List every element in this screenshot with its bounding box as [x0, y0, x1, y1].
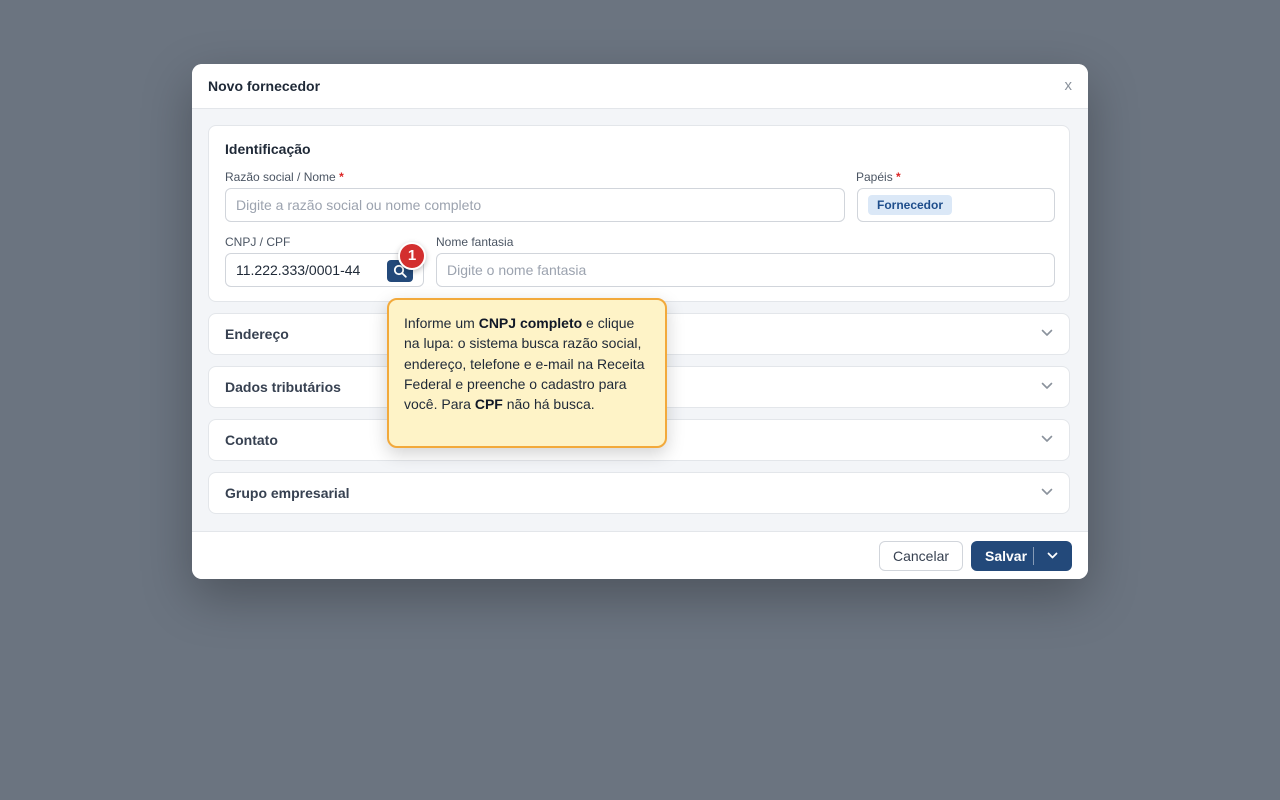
identification-title: Identificação	[225, 141, 311, 157]
identification-section: Identificação Razão social / Nome * Papé…	[208, 125, 1070, 302]
company-name-label-text: Razão social / Nome	[225, 170, 336, 184]
save-options-button[interactable]	[1033, 541, 1072, 571]
close-button[interactable]: x	[1065, 77, 1073, 94]
cnpj-cpf-label: CNPJ / CPF	[225, 235, 291, 249]
chevron-down-icon	[1041, 435, 1053, 442]
section-business-group-title: Grupo empresarial	[225, 485, 350, 501]
dialog-header: Novo fornecedor x	[192, 64, 1088, 109]
cancel-button[interactable]: Cancelar	[879, 541, 963, 571]
section-business-group[interactable]: Grupo empresarial	[208, 472, 1070, 514]
company-name-label: Razão social / Nome *	[225, 170, 344, 184]
trade-name-label: Nome fantasia	[436, 235, 514, 249]
dialog-title: Novo fornecedor	[208, 78, 321, 94]
chevron-down-icon	[1041, 488, 1053, 495]
tooltip-bold-cnpj: CNPJ completo	[478, 315, 583, 331]
save-button[interactable]: Salvar	[985, 548, 1027, 564]
required-mark: *	[339, 170, 344, 184]
chevron-down-icon	[1041, 329, 1053, 336]
section-contact-title: Contato	[225, 432, 278, 448]
chevron-down-icon	[1047, 552, 1058, 559]
trade-name-input[interactable]	[436, 253, 1055, 287]
step-badge: 1	[398, 242, 426, 270]
chevron-down-icon	[1041, 382, 1053, 389]
cnpj-cpf-value: 11.222.333/0001-44	[236, 262, 361, 278]
roles-label-text: Papéis	[856, 170, 893, 184]
dialog-footer: Cancelar Salvar	[192, 531, 1088, 579]
section-address-title: Endereço	[225, 326, 289, 342]
tooltip-bold-cpf: CPF	[474, 396, 503, 413]
company-name-input[interactable]	[225, 188, 845, 222]
required-mark: *	[896, 170, 901, 184]
help-tooltip: Informe um CNPJ completo e clique na lup…	[387, 298, 667, 448]
section-tax-data-title: Dados tributários	[225, 379, 341, 395]
tooltip-text-1: Informe um	[404, 315, 479, 331]
roles-label: Papéis *	[856, 170, 901, 184]
roles-select[interactable]: Fornecedor	[857, 188, 1055, 222]
save-split-button: Salvar	[971, 541, 1072, 571]
role-chip-supplier[interactable]: Fornecedor	[868, 195, 953, 215]
cnpj-cpf-input[interactable]: 11.222.333/0001-44	[225, 253, 424, 287]
tooltip-text-3: não há busca.	[502, 396, 595, 413]
